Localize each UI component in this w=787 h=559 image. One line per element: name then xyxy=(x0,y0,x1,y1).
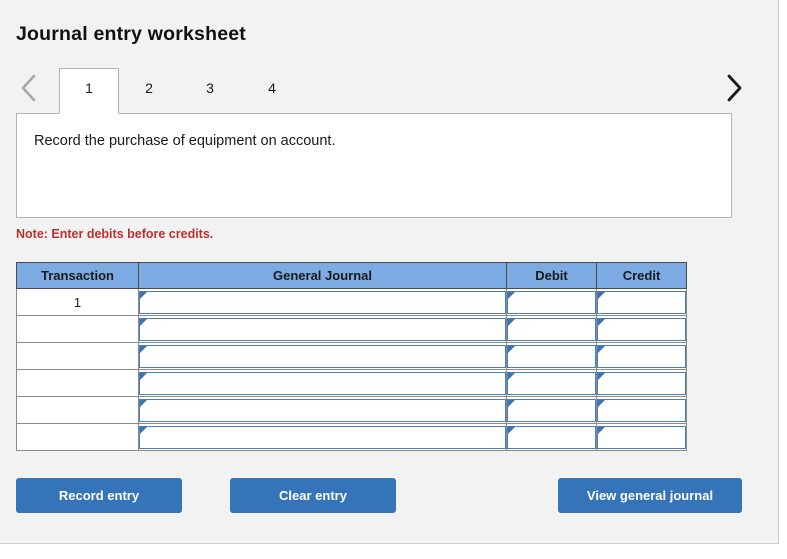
table-row xyxy=(16,315,687,343)
transaction-number-cell xyxy=(16,396,139,424)
credit-input[interactable] xyxy=(597,290,686,314)
transaction-number-cell xyxy=(16,315,139,343)
column-header-general-journal: General Journal xyxy=(138,262,507,289)
credit-input[interactable] xyxy=(597,425,686,449)
instruction-text: Record the purchase of equipment on acco… xyxy=(34,133,336,149)
credit-cell[interactable] xyxy=(596,396,687,424)
debit-cell[interactable] xyxy=(506,396,597,424)
credit-cell[interactable] xyxy=(596,423,687,451)
page-title: Journal entry worksheet xyxy=(16,23,247,45)
debit-cell[interactable] xyxy=(506,288,597,316)
tab-1[interactable]: 1 xyxy=(59,68,119,114)
column-header-credit: Credit xyxy=(596,262,687,289)
record-entry-button[interactable]: Record entry xyxy=(16,478,182,513)
credit-input[interactable] xyxy=(597,344,686,368)
table-header-row: Transaction General Journal Debit Credit xyxy=(16,262,687,289)
tab-label: 2 xyxy=(145,80,153,96)
tab-label: 3 xyxy=(206,80,214,96)
transaction-number-cell: 1 xyxy=(16,288,139,316)
debit-input[interactable] xyxy=(507,290,596,314)
general-journal-cell[interactable] xyxy=(138,288,507,316)
chevron-left-icon[interactable] xyxy=(16,68,42,108)
credit-input[interactable] xyxy=(597,398,686,422)
transaction-number-cell xyxy=(16,369,139,397)
general-journal-input[interactable] xyxy=(139,344,506,368)
debit-cell[interactable] xyxy=(506,315,597,343)
column-header-transaction: Transaction xyxy=(16,262,139,289)
tab-label: 4 xyxy=(268,80,276,96)
credit-input[interactable] xyxy=(597,371,686,395)
credit-cell[interactable] xyxy=(596,342,687,370)
general-journal-input[interactable] xyxy=(139,371,506,395)
debit-cell[interactable] xyxy=(506,342,597,370)
debit-input[interactable] xyxy=(507,398,596,422)
credit-cell[interactable] xyxy=(596,288,687,316)
table-row: 1 xyxy=(16,288,687,316)
journal-entry-table: Transaction General Journal Debit Credit… xyxy=(16,262,687,451)
transaction-number-cell xyxy=(16,342,139,370)
debit-input[interactable] xyxy=(507,344,596,368)
general-journal-cell[interactable] xyxy=(138,315,507,343)
tab-3[interactable]: 3 xyxy=(182,68,238,114)
debit-input[interactable] xyxy=(507,317,596,341)
note-text: Note: Enter debits before credits. xyxy=(16,227,214,241)
tab-4[interactable]: 4 xyxy=(244,68,300,114)
general-journal-cell[interactable] xyxy=(138,342,507,370)
view-general-journal-button[interactable]: View general journal xyxy=(558,478,742,513)
chevron-right-icon[interactable] xyxy=(720,68,746,108)
journal-entry-worksheet-page: Journal entry worksheet 1 2 3 4 Record t… xyxy=(0,0,787,559)
content-panel: Journal entry worksheet 1 2 3 4 Record t… xyxy=(0,0,779,544)
instruction-panel: Record the purchase of equipment on acco… xyxy=(16,113,732,218)
debit-input[interactable] xyxy=(507,425,596,449)
table-row xyxy=(16,369,687,397)
credit-cell[interactable] xyxy=(596,369,687,397)
column-header-debit: Debit xyxy=(506,262,597,289)
general-journal-input[interactable] xyxy=(139,425,506,449)
credit-cell[interactable] xyxy=(596,315,687,343)
transaction-number-cell xyxy=(16,423,139,451)
table-row xyxy=(16,396,687,424)
general-journal-cell[interactable] xyxy=(138,369,507,397)
debit-input[interactable] xyxy=(507,371,596,395)
general-journal-cell[interactable] xyxy=(138,423,507,451)
debit-cell[interactable] xyxy=(506,369,597,397)
general-journal-cell[interactable] xyxy=(138,396,507,424)
tab-2[interactable]: 2 xyxy=(121,68,177,114)
clear-entry-button[interactable]: Clear entry xyxy=(230,478,396,513)
general-journal-input[interactable] xyxy=(139,398,506,422)
table-row xyxy=(16,342,687,370)
worksheet-tab-bar: 1 2 3 4 xyxy=(0,62,779,114)
debit-cell[interactable] xyxy=(506,423,597,451)
table-row xyxy=(16,423,687,451)
general-journal-input[interactable] xyxy=(139,317,506,341)
tab-label: 1 xyxy=(85,80,93,96)
general-journal-input[interactable] xyxy=(139,290,506,314)
credit-input[interactable] xyxy=(597,317,686,341)
